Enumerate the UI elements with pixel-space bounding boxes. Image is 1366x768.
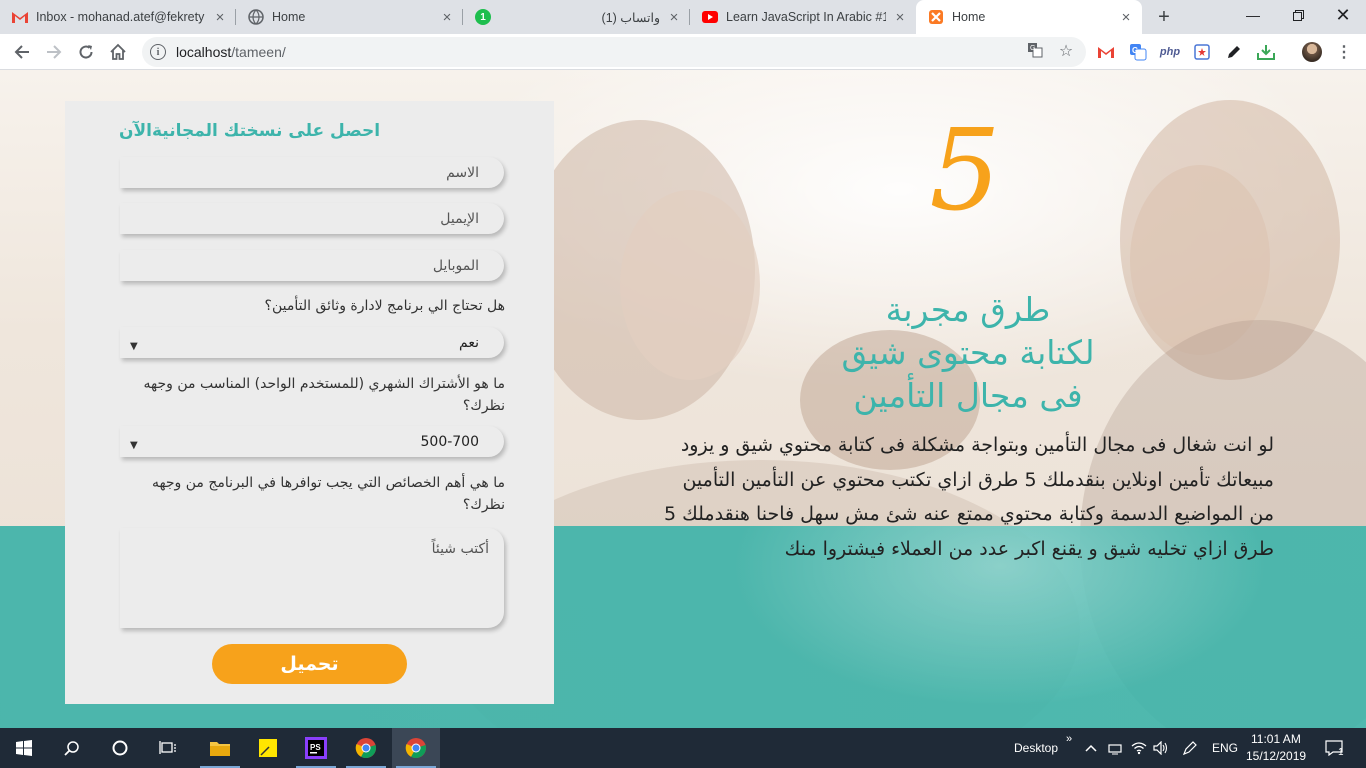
php-icon[interactable]: php — [1160, 42, 1180, 62]
task-view-icon[interactable] — [144, 728, 192, 768]
page-viewport: احصل على نسختك المجانيةالآن الاسم الإيمي… — [0, 70, 1366, 728]
tab-gmail-inbox[interactable]: Inbox - mohanad.atef@fekrety × — [0, 0, 236, 34]
hero-line-3: فى مجال التأمين — [853, 376, 1083, 415]
volume-icon[interactable] — [1153, 740, 1169, 756]
forward-button[interactable] — [40, 38, 68, 66]
address-bar[interactable]: i localhost/tameen/ — [142, 37, 1086, 67]
hero-line-1: طرق مجربة — [885, 290, 1051, 329]
youtube-icon — [702, 9, 718, 25]
question-features: ما هي أهم الخصائص التي يجب توافرها في ال… — [151, 475, 505, 513]
minimize-button[interactable]: — — [1230, 0, 1276, 30]
chevron-up-icon[interactable] — [1083, 740, 1099, 756]
restore-button[interactable] — [1275, 0, 1321, 30]
free-copy-form: احصل على نسختك المجانيةالآن الاسم الإيمي… — [65, 101, 554, 704]
home-icon — [110, 43, 126, 60]
file-explorer-icon[interactable] — [196, 728, 244, 768]
windows-start-icon[interactable] — [0, 728, 48, 768]
notification-count: 1 — [1338, 747, 1344, 758]
bookmark-star-icon[interactable]: ☆ — [1057, 41, 1075, 60]
back-button[interactable] — [8, 38, 36, 66]
menu-kebab-icon[interactable]: ⋮ — [1334, 42, 1354, 62]
close-icon[interactable]: × — [1118, 9, 1134, 26]
close-icon[interactable]: × — [892, 9, 908, 26]
chrome-icon[interactable] — [392, 728, 440, 768]
hero-number: 5 — [929, 106, 1001, 236]
svg-text:G: G — [1132, 46, 1138, 55]
features-textarea[interactable]: أكتب شيئاً — [120, 528, 504, 628]
windows-taskbar: PS Desktop » ENG 11:01 AM 15/12/2019 1 — [0, 728, 1366, 768]
wifi-icon[interactable] — [1131, 740, 1147, 756]
close-window-button[interactable]: ✕ — [1320, 0, 1366, 30]
new-tab-button[interactable]: + — [1152, 5, 1176, 29]
cortana-icon[interactable] — [96, 728, 144, 768]
hero-line-2: لكتابة محتوى شيق — [841, 333, 1095, 372]
whatsapp-badge-icon: 1 — [475, 9, 491, 25]
question-subscription: ما هو الأشتراك الشهري (للمستخدم الواحد) … — [143, 376, 505, 414]
home-button[interactable] — [104, 38, 132, 66]
name-field[interactable]: الاسم — [120, 157, 504, 188]
svg-text:PS: PS — [310, 743, 321, 752]
restore-icon — [1292, 9, 1304, 21]
site-info-icon[interactable]: i — [150, 44, 166, 60]
language-indicator[interactable]: ENG — [1212, 741, 1238, 755]
clock-time[interactable]: 11:01 AM — [1251, 732, 1301, 746]
back-arrow-icon — [14, 45, 29, 59]
download-ext-icon[interactable] — [1256, 42, 1276, 62]
tab-home-1[interactable]: Home × — [236, 0, 463, 34]
reload-icon — [79, 45, 93, 59]
tab-home-active[interactable]: Home × — [916, 0, 1142, 34]
hero-paragraph: لو انت شغال فى مجال التأمين وبتواجة مشكل… — [664, 434, 1274, 560]
chevron-down-icon: ▼ — [130, 440, 138, 451]
need-program-select[interactable]: نعم ▼ — [120, 327, 504, 358]
mobile-field[interactable]: الموبايل — [120, 250, 504, 281]
email-field[interactable]: الإيميل — [120, 203, 504, 234]
tab-youtube[interactable]: Learn JavaScript In Arabic #19 × — [690, 0, 916, 34]
reload-button[interactable] — [72, 38, 100, 66]
chevron-right-icon[interactable]: » — [1066, 733, 1072, 745]
close-icon[interactable]: × — [666, 9, 682, 26]
network-icon[interactable] — [1107, 740, 1123, 756]
sticky-notes-icon[interactable] — [244, 728, 292, 768]
chrome-icon[interactable] — [342, 728, 390, 768]
globe-icon — [248, 9, 264, 25]
gmail-icon — [12, 9, 28, 25]
xampp-icon — [928, 9, 944, 25]
forward-arrow-icon — [47, 45, 62, 59]
phpstorm-icon[interactable]: PS — [292, 728, 340, 768]
subscription-select[interactable]: 500-700 ▼ — [120, 426, 504, 457]
translate-page-icon[interactable]: G — [1026, 41, 1044, 59]
close-icon[interactable]: × — [212, 9, 228, 26]
url-host: localhost — [176, 44, 232, 60]
form-title: احصل على نسختك المجانيةالآن — [118, 121, 381, 141]
tab-whatsapp[interactable]: 1 (1) واتساب × — [463, 0, 690, 34]
svg-text:G: G — [1030, 45, 1035, 52]
search-icon[interactable] — [48, 728, 96, 768]
close-icon[interactable]: × — [439, 9, 455, 26]
chevron-down-icon: ▼ — [130, 341, 138, 352]
bookmark-ext-icon[interactable] — [1192, 42, 1212, 62]
url-path: /tameen/ — [231, 44, 286, 60]
question-need-program: هل تحتاج الي برنامج لادارة وثائق التأمين… — [264, 298, 505, 314]
browser-tab-strip: Inbox - mohanad.atef@fekrety × Home × 1 … — [0, 0, 1366, 34]
translate-icon[interactable]: G — [1128, 42, 1148, 62]
desktop-toolbar-label[interactable]: Desktop — [1014, 741, 1058, 755]
download-button[interactable]: تحميل — [212, 644, 407, 684]
pen-icon[interactable] — [1224, 42, 1244, 62]
profile-avatar[interactable] — [1302, 42, 1322, 62]
gmail-icon[interactable] — [1096, 42, 1116, 62]
browser-toolbar: i localhost/tameen/ G ☆ G php ⋮ — [0, 34, 1366, 70]
pen-workspace-icon[interactable] — [1182, 740, 1198, 756]
clock-date[interactable]: 15/12/2019 — [1246, 749, 1306, 763]
